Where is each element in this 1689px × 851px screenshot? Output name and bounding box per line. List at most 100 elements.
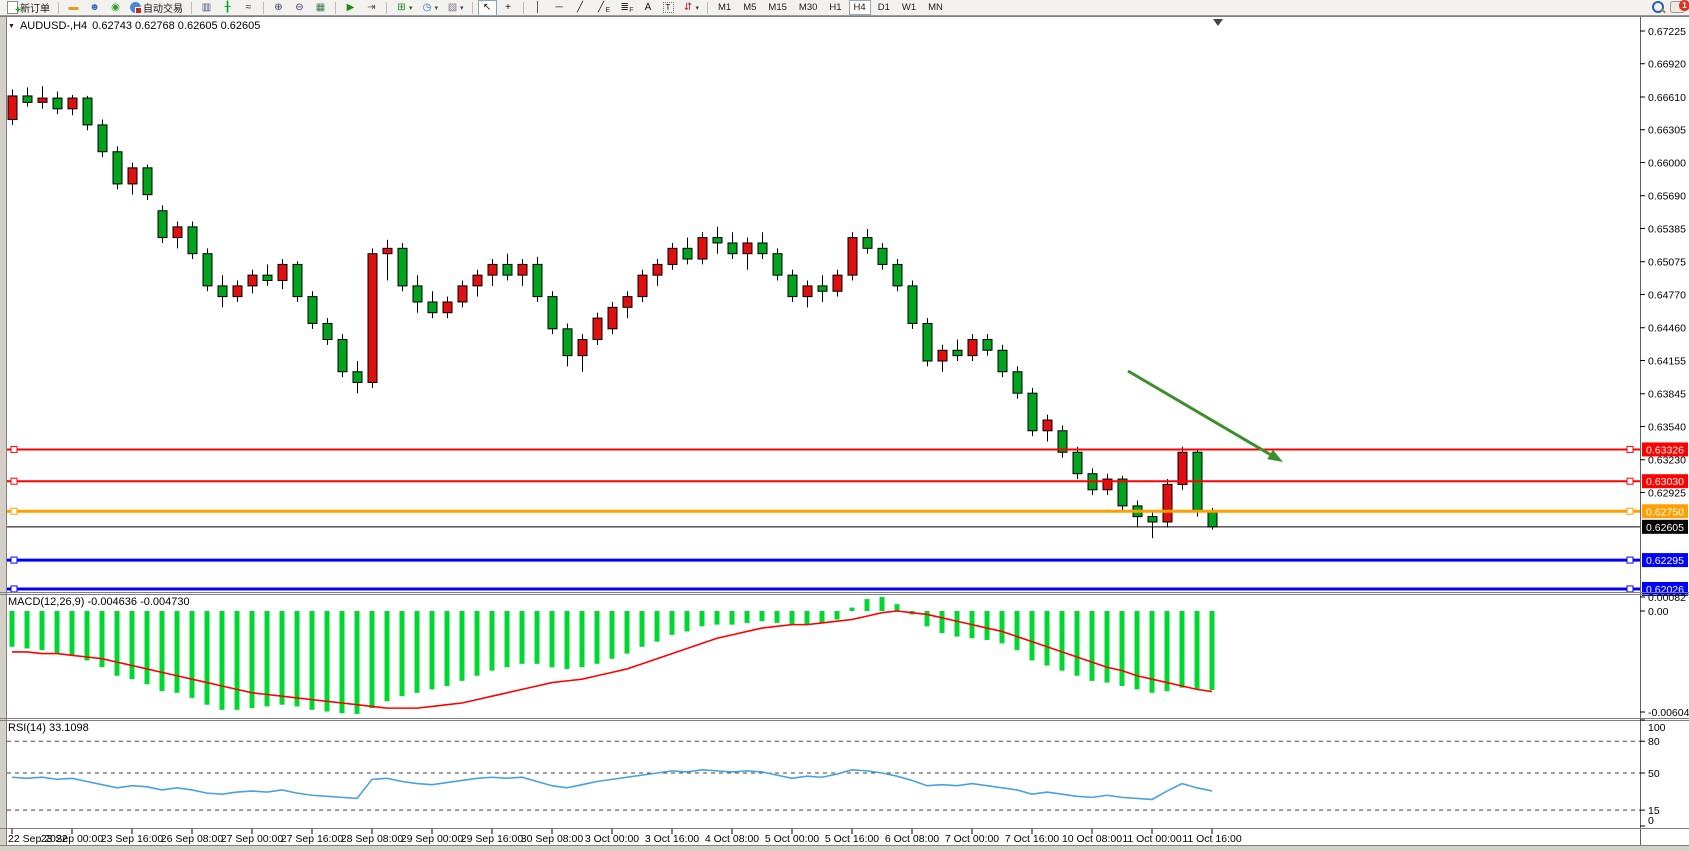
candle-body	[338, 340, 347, 372]
new-order-button[interactable]: 新订单	[4, 0, 53, 16]
macd-bar	[475, 611, 480, 676]
label-icon: T	[663, 2, 674, 13]
vertical-line-button[interactable]: │	[529, 0, 548, 16]
timeframe-h1-button[interactable]: H1	[824, 0, 846, 15]
trendline-button[interactable]: ╱	[571, 0, 590, 16]
dropdown-caret-icon[interactable]: ▾	[696, 4, 700, 12]
macd-bar	[175, 611, 180, 693]
channel-button[interactable]: ╱E	[592, 0, 614, 16]
line-handle[interactable]	[11, 586, 17, 592]
tile-icon: ▦	[314, 1, 327, 14]
candle-body	[908, 286, 917, 324]
candle-body	[563, 329, 572, 356]
zoom-in-button[interactable]: ⊕	[269, 0, 288, 16]
signals-button[interactable]: ◉	[106, 0, 125, 16]
candle-body	[308, 297, 317, 324]
macd-bar	[1030, 611, 1035, 660]
chart-menu-toggle-icon[interactable]: ▼	[8, 23, 15, 30]
candle-body	[503, 264, 512, 275]
macd-bar	[370, 611, 375, 708]
toolbar-separator	[386, 2, 387, 14]
candle-body	[1013, 372, 1022, 393]
macd-bar	[640, 611, 645, 647]
line-handle[interactable]	[11, 557, 17, 563]
candle-body	[773, 254, 782, 275]
line-handle[interactable]	[11, 508, 17, 514]
periods-button[interactable]: ◷▾	[418, 0, 442, 16]
templates-button[interactable]: ▧▾	[443, 0, 467, 16]
time-axis-label: 6 Oct 08:00	[885, 833, 939, 845]
candle-body	[713, 238, 722, 243]
candle-chart-button[interactable]: ╂	[218, 0, 237, 16]
macd-bar	[955, 611, 960, 637]
timeframe-w1-button[interactable]: W1	[897, 0, 921, 15]
label-button[interactable]: T	[660, 0, 677, 16]
line-chart-button[interactable]: ≈	[239, 0, 258, 16]
candle-body	[1208, 511, 1217, 527]
timeframe-m30-button[interactable]: M30	[794, 0, 822, 15]
macd-bar	[550, 611, 555, 667]
price-axis-label: 0.65690	[1648, 191, 1686, 203]
auto-scroll-button[interactable]: ▶	[341, 0, 360, 16]
horizontal-line-button[interactable]: ─	[550, 0, 569, 16]
macd-bar	[1120, 611, 1125, 686]
line-handle[interactable]	[1627, 446, 1633, 452]
candle-body	[653, 264, 662, 275]
candle-body	[683, 248, 692, 259]
line-handle[interactable]	[1627, 508, 1633, 514]
autotrading-button[interactable]: 自动交易	[127, 0, 186, 16]
macd-bar	[235, 611, 240, 710]
line-handle[interactable]	[1627, 557, 1633, 563]
deposit-button[interactable]: ▬	[64, 0, 83, 16]
linechart-icon: ≈	[242, 1, 255, 14]
macd-bar	[745, 611, 750, 623]
search-icon[interactable]	[1652, 1, 1664, 13]
toolbar-separator	[191, 2, 192, 14]
macd-bar	[790, 611, 795, 625]
timeframe-d1-button[interactable]: D1	[873, 0, 895, 15]
tile-windows-button[interactable]: ▦	[311, 0, 330, 16]
notification-badge: 1	[1679, 0, 1689, 11]
dropdown-caret-icon[interactable]: ▾	[409, 4, 413, 12]
cursor-button[interactable]: ↖	[478, 0, 497, 16]
line-handle[interactable]	[11, 446, 17, 452]
macd-bar	[280, 611, 285, 705]
timeframe-m1-button[interactable]: M1	[713, 0, 736, 15]
arrows-button[interactable]: ⇵▾	[679, 0, 703, 16]
line-handle[interactable]	[1627, 478, 1633, 484]
bar-chart-button[interactable]: ▥	[197, 0, 216, 16]
text-button[interactable]: A	[639, 0, 658, 16]
timeframe-mn-button[interactable]: MN	[923, 0, 948, 15]
new-chart-button[interactable]: ⊞▾	[392, 0, 416, 16]
candle-body	[203, 254, 212, 286]
chart-shift-button[interactable]: ⇥	[362, 0, 381, 16]
timeframe-h4-button[interactable]: H4	[849, 0, 871, 15]
globe-stop-icon	[130, 2, 141, 13]
macd-bar	[340, 611, 345, 713]
macd-bar	[940, 611, 945, 633]
macd-bar	[760, 611, 765, 621]
dropdown-caret-icon[interactable]: ▾	[435, 4, 439, 12]
macd-bar	[445, 611, 450, 686]
candle-body	[23, 96, 32, 102]
fibonacci-button[interactable]: ≣F	[615, 0, 636, 16]
community-button[interactable]: ☻	[85, 0, 104, 16]
timeframe-m15-button[interactable]: M15	[763, 0, 791, 15]
zoom-out-button[interactable]: ⊖	[290, 0, 309, 16]
line-handle[interactable]	[11, 478, 17, 484]
price-axis-label: 0.65385	[1648, 223, 1686, 235]
cursor-icon: ↖	[481, 1, 494, 14]
crosshair-button[interactable]: +	[499, 0, 518, 16]
macd-bar	[820, 611, 825, 623]
notifications-icon[interactable]: 1	[1670, 1, 1685, 13]
macd-label: MACD(12,26,9) -0.004636 -0.004730	[8, 596, 190, 608]
dropdown-caret-icon[interactable]: ▾	[460, 4, 464, 12]
macd-bar	[220, 611, 225, 710]
macd-bar	[700, 611, 705, 626]
price-axis-label: 0.66920	[1648, 59, 1686, 71]
line-handle[interactable]	[1627, 586, 1633, 592]
timeframe-m5-button[interactable]: M5	[738, 0, 761, 15]
time-axis-label: 26 Sep 08:00	[161, 833, 224, 845]
time-axis-label: 3 Oct 16:00	[645, 833, 699, 845]
text-icon: A	[642, 1, 655, 14]
